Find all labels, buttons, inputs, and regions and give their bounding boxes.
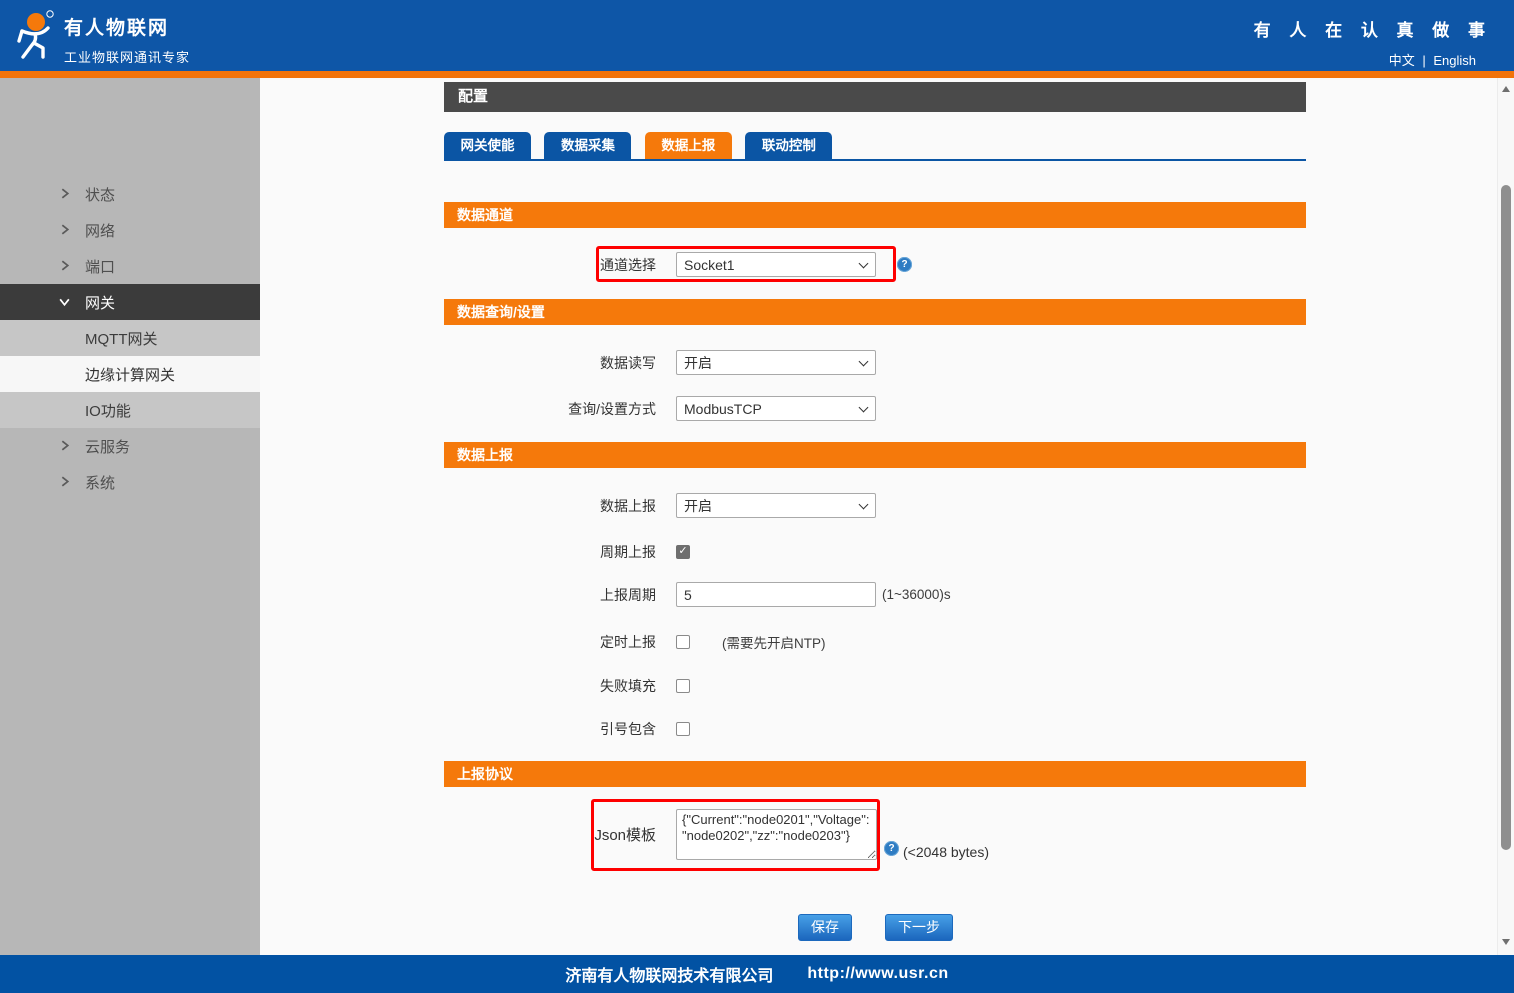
quote-include-label: 引号包含 — [444, 719, 676, 739]
footer-bar: 济南有人物联网技术有限公司 http://www.usr.cn — [0, 955, 1514, 993]
timed-report-label: 定时上报 — [444, 632, 676, 652]
sidebar-item-mqtt-gateway[interactable]: MQTT网关 — [0, 320, 260, 356]
tab-data-report[interactable]: 数据上报 — [645, 132, 732, 159]
lang-separator: | — [1422, 53, 1425, 68]
footer-url[interactable]: http://www.usr.cn — [807, 965, 948, 983]
tab-data-collection[interactable]: 数据采集 — [544, 132, 631, 159]
sidebar-item-network[interactable]: 网络 — [0, 212, 260, 248]
scroll-down-icon[interactable] — [1502, 939, 1510, 945]
channel-select-row: 通道选择 Socket1 — [444, 252, 1306, 277]
data-rw-select[interactable]: 开启 — [676, 350, 876, 375]
sidebar-item-edge-gateway[interactable]: 边缘计算网关 — [0, 356, 260, 392]
report-period-row: 上报周期 (1~36000)s — [444, 582, 1306, 607]
json-template-hint: (<2048 bytes) — [903, 844, 989, 860]
accent-stripe — [0, 71, 1514, 78]
lang-zh-link[interactable]: 中文 — [1389, 53, 1415, 68]
section-header-data-report: 数据上报 — [444, 442, 1306, 468]
sidebar-item-label: 网络 — [85, 220, 115, 241]
section-header-data-channel: 数据通道 — [444, 202, 1306, 228]
sidebar-item-status[interactable]: 状态 — [0, 176, 260, 212]
fail-fill-row: 失败填充 — [444, 673, 1306, 698]
page-title: 配置 — [444, 82, 1306, 112]
tab-bar: 网关使能 数据采集 数据上报 联动控制 — [444, 132, 1306, 161]
brand-block: 有人物联网 工业物联网通讯专家 — [64, 13, 190, 66]
chevron-right-icon — [58, 187, 71, 200]
usr-logo-icon — [12, 10, 62, 62]
data-report-label: 数据上报 — [444, 496, 676, 516]
sidebar-item-io-function[interactable]: IO功能 — [0, 392, 260, 428]
help-icon[interactable]: ? — [884, 841, 899, 856]
brand-subtitle: 工业物联网通讯专家 — [64, 47, 190, 66]
sidebar-item-label: 网关 — [85, 292, 115, 313]
channel-select-label: 通道选择 — [444, 255, 676, 275]
periodic-report-label: 周期上报 — [444, 542, 676, 562]
quote-include-checkbox[interactable] — [676, 722, 690, 736]
section-header-report-protocol: 上报协议 — [444, 761, 1306, 787]
report-period-label: 上报周期 — [444, 585, 676, 605]
periodic-report-row: 周期上报 — [444, 539, 1306, 564]
header-bar: 有人物联网 工业物联网通讯专家 有 人 在 认 真 做 事 中文 | Engli… — [0, 0, 1514, 71]
sidebar-item-label: MQTT网关 — [85, 328, 158, 349]
brand-title: 有人物联网 — [64, 13, 190, 40]
sidebar-item-label: IO功能 — [85, 400, 131, 421]
json-template-textarea[interactable]: {"Current":"node0201","Voltage":"node020… — [676, 809, 877, 860]
sidebar-item-system[interactable]: 系统 — [0, 464, 260, 500]
quote-include-row: 引号包含 — [444, 716, 1306, 741]
help-icon[interactable]: ? — [897, 257, 912, 272]
chevron-down-icon — [58, 295, 71, 308]
header-right: 有 人 在 认 真 做 事 中文 | English — [1254, 16, 1492, 69]
json-template-row: Json模板 {"Current":"node0201","Voltage":"… — [444, 808, 1306, 860]
lang-en-link[interactable]: English — [1433, 53, 1476, 68]
scrollbar-thumb[interactable] — [1501, 185, 1511, 850]
page: 有人物联网 工业物联网通讯专家 有 人 在 认 真 做 事 中文 | Engli… — [0, 0, 1514, 993]
chevron-right-icon — [58, 439, 71, 452]
fail-fill-checkbox[interactable] — [676, 679, 690, 693]
language-switcher: 中文 | English — [1254, 50, 1476, 69]
periodic-report-checkbox[interactable] — [676, 545, 690, 559]
sidebar-item-label: 系统 — [85, 472, 115, 493]
data-rw-label: 数据读写 — [444, 353, 676, 373]
channel-select[interactable]: Socket1 — [676, 252, 876, 277]
save-button[interactable]: 保存 — [798, 914, 852, 941]
tab-gateway-enable[interactable]: 网关使能 — [444, 132, 531, 159]
sidebar-item-label: 云服务 — [85, 436, 130, 457]
slogan-text: 有 人 在 认 真 做 事 — [1254, 16, 1492, 41]
data-report-select[interactable]: 开启 — [676, 493, 876, 518]
sidebar-item-port[interactable]: 端口 — [0, 248, 260, 284]
data-rw-row: 数据读写 开启 — [444, 350, 1306, 375]
chevron-right-icon — [58, 223, 71, 236]
section-header-data-query: 数据查询/设置 — [444, 299, 1306, 325]
report-period-hint: (1~36000)s — [882, 587, 951, 602]
next-step-button[interactable]: 下一步 — [885, 914, 953, 941]
sidebar-item-cloud-service[interactable]: 云服务 — [0, 428, 260, 464]
query-method-select[interactable]: ModbusTCP — [676, 396, 876, 421]
report-period-input[interactable] — [676, 582, 876, 607]
chevron-right-icon — [58, 475, 71, 488]
fail-fill-label: 失败填充 — [444, 676, 676, 696]
sidebar-item-label: 边缘计算网关 — [85, 364, 175, 385]
tab-linkage-control[interactable]: 联动控制 — [745, 132, 832, 159]
data-report-row: 数据上报 开启 — [444, 493, 1306, 518]
sidebar-item-label: 端口 — [85, 256, 115, 277]
timed-report-row: 定时上报 (需要先开启NTP) — [444, 629, 1306, 654]
timed-report-checkbox[interactable] — [676, 635, 690, 649]
sidebar-nav: 状态 网络 端口 网关 MQTT网关 边缘计算网关 IO功能 云服务 系统 — [0, 78, 260, 955]
sidebar-item-gateway[interactable]: 网关 — [0, 284, 260, 320]
footer-company: 济南有人物联网技术有限公司 — [565, 962, 773, 986]
timed-report-hint: (需要先开启NTP) — [722, 632, 826, 652]
query-method-row: 查询/设置方式 ModbusTCP — [444, 396, 1306, 421]
json-template-label: Json模板 — [444, 824, 676, 845]
query-method-label: 查询/设置方式 — [444, 399, 676, 419]
scroll-up-icon[interactable] — [1502, 86, 1510, 92]
sidebar-item-label: 状态 — [85, 184, 115, 205]
vertical-scrollbar[interactable] — [1497, 78, 1514, 955]
chevron-right-icon — [58, 259, 71, 272]
